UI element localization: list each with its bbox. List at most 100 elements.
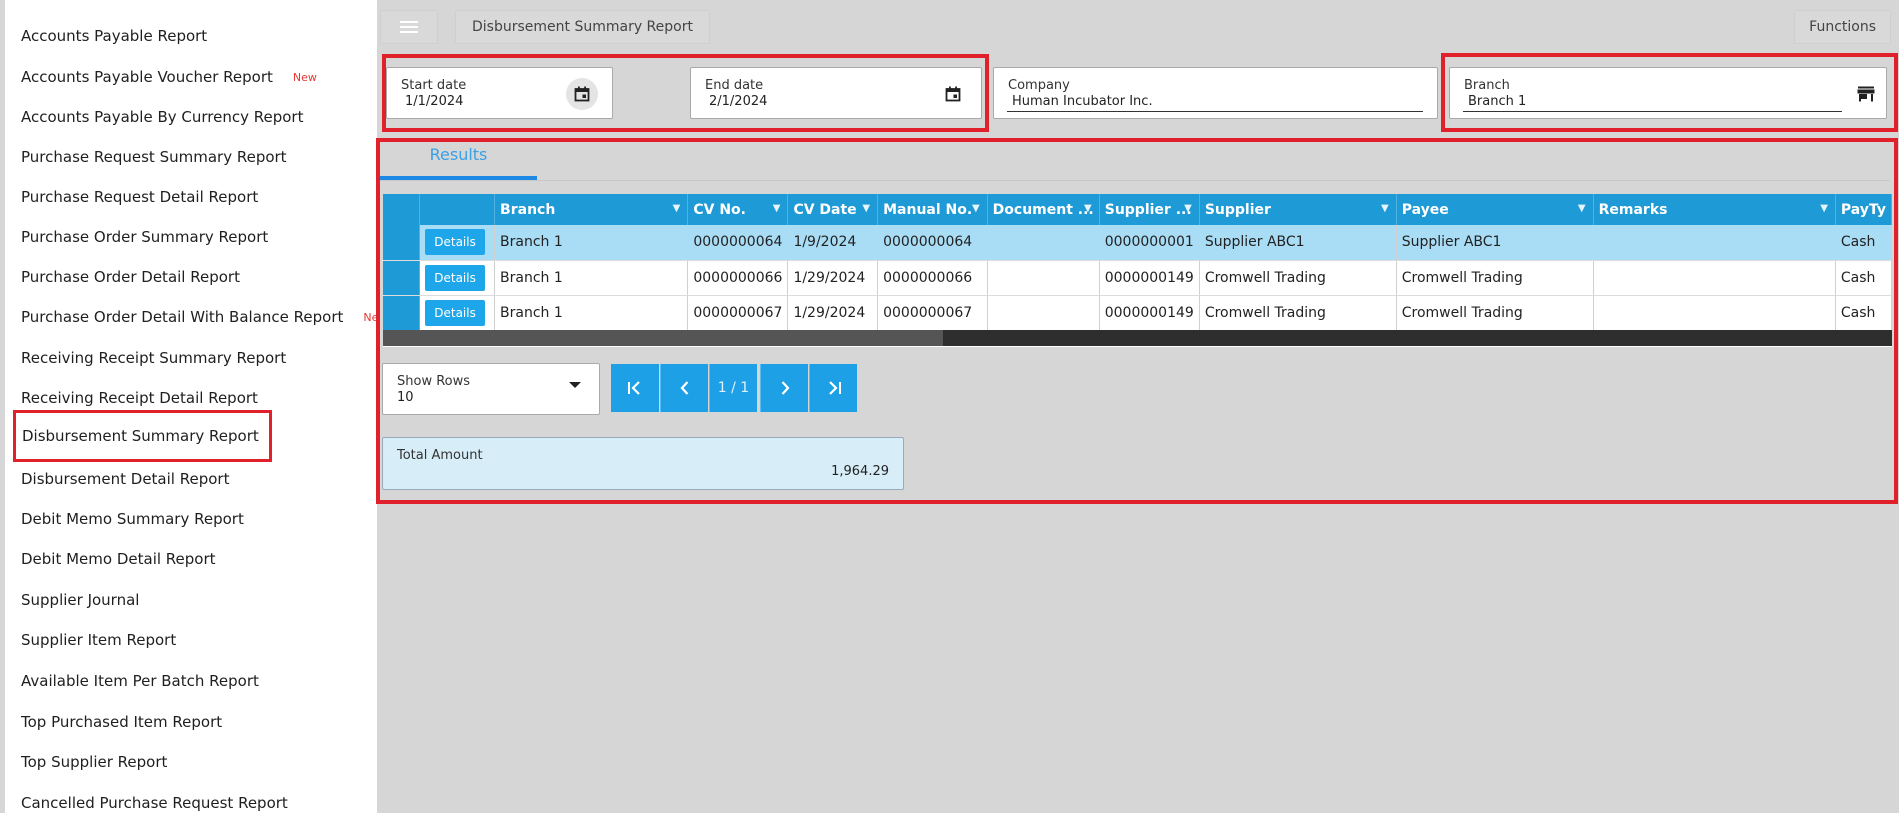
company-underline: [1007, 111, 1423, 112]
table-row[interactable]: Details Branch 1 0000000064 1/9/2024 0000000…: [383, 225, 1892, 261]
column-header[interactable]: CV Date ▼: [787, 194, 879, 225]
sidebar-item[interactable]: Accounts Payable By Currency Report: [21, 100, 303, 134]
cell-manual-no: 0000000064: [877, 225, 988, 261]
cell-branch: Branch 1: [494, 225, 689, 261]
sidebar-item[interactable]: Debit Memo Detail Report: [21, 542, 216, 576]
filter-icon[interactable]: ▼: [1820, 203, 1828, 214]
start-date-field[interactable]: Start date 1/1/2024: [386, 67, 613, 119]
last-page-icon: [828, 381, 841, 395]
end-date-field[interactable]: End date 2/1/2024: [690, 67, 982, 119]
row-selector[interactable]: [383, 225, 421, 261]
company-field[interactable]: Company Human Incubator Inc.: [993, 67, 1438, 119]
sidebar-item[interactable]: Available Item Per Batch Report: [21, 664, 259, 698]
calendar-icon[interactable]: [937, 78, 969, 110]
sidebar-item-label: Accounts Payable By Currency Report: [21, 108, 304, 126]
tab-divider: [380, 180, 1890, 181]
details-cell: Details: [419, 260, 496, 296]
column-header[interactable]: [419, 194, 496, 225]
sidebar-item[interactable]: Accounts Payable Report: [21, 19, 207, 53]
sidebar-item-label: Accounts Payable Voucher Report: [21, 68, 273, 86]
filter-icon[interactable]: ▼: [972, 203, 980, 214]
cell-remarks: [1593, 295, 1836, 331]
column-header-label: Document ...: [992, 201, 1094, 218]
prev-page-button[interactable]: [660, 364, 708, 412]
filter-icon[interactable]: ▼: [1578, 203, 1586, 214]
sidebar-item[interactable]: Top Purchased Item Report: [21, 705, 222, 739]
sidebar-item-label: Accounts Payable Report: [21, 27, 208, 45]
calendar-icon[interactable]: [566, 78, 598, 110]
sidebar-item[interactable]: Supplier Item Report: [21, 623, 176, 657]
sidebar-item[interactable]: Purchase Order Detail With Balance Repor…: [21, 300, 377, 334]
cell-remarks: [1593, 225, 1836, 261]
table-row[interactable]: Details Branch 1 0000000067 1/29/2024 000000…: [383, 295, 1892, 331]
details-button[interactable]: Details: [425, 299, 485, 326]
table-row[interactable]: Details Branch 1 0000000066 1/29/2024 000000…: [383, 260, 1892, 296]
hamburger-menu-button[interactable]: [380, 10, 438, 44]
column-header-label: Payee: [1401, 201, 1449, 218]
row-selector[interactable]: [383, 295, 421, 331]
column-header-label: Supplier: [1204, 201, 1271, 218]
column-header[interactable]: Supplier ▼: [1199, 194, 1397, 225]
sidebar-item-label: Purchase Order Detail Report: [21, 268, 240, 286]
cell-document: [987, 225, 1100, 261]
branch-label: Branch: [1464, 78, 1510, 93]
column-header[interactable]: [383, 194, 421, 225]
tab-results[interactable]: Results: [380, 145, 537, 180]
sidebar-item[interactable]: Purchase Request Summary Report: [21, 140, 287, 174]
filter-icon[interactable]: ▼: [1084, 203, 1092, 214]
cell-document: [987, 260, 1100, 296]
functions-button[interactable]: Functions: [1794, 10, 1891, 44]
sidebar-item[interactable]: Debit Memo Summary Report: [21, 502, 244, 536]
cell-cv-date: 1/9/2024: [787, 225, 879, 261]
column-header[interactable]: Branch ▼: [494, 194, 689, 225]
sidebar-item[interactable]: Cancelled Purchase Request Report: [21, 786, 288, 813]
sidebar-item[interactable]: Disbursement Summary Report: [13, 410, 272, 462]
sidebar-item[interactable]: Supplier Journal: [21, 583, 139, 617]
column-header[interactable]: PayTy: [1835, 194, 1892, 225]
filter-icon[interactable]: ▼: [1184, 203, 1192, 214]
sidebar-item[interactable]: Accounts Payable Voucher Report New: [21, 60, 317, 94]
column-header[interactable]: Supplier ... ▼: [1099, 194, 1200, 225]
sidebar-item[interactable]: Purchase Order Summary Report: [21, 220, 268, 254]
new-badge: New: [292, 70, 317, 84]
branch-field[interactable]: Branch Branch 1: [1449, 67, 1887, 119]
next-page-button[interactable]: [760, 364, 808, 412]
cell-payee: Cromwell Trading: [1396, 260, 1594, 296]
filter-icon[interactable]: ▼: [673, 203, 681, 214]
filter-icon[interactable]: ▼: [773, 203, 781, 214]
column-header[interactable]: Manual No. ▼: [877, 194, 988, 225]
sidebar-item[interactable]: Purchase Order Detail Report: [21, 260, 240, 294]
cell-cv-date: 1/29/2024: [787, 295, 879, 331]
details-button[interactable]: Details: [425, 229, 485, 256]
filter-icon[interactable]: ▼: [862, 203, 870, 214]
column-header[interactable]: Document ... ▼: [987, 194, 1100, 225]
sidebar-item[interactable]: Purchase Request Detail Report: [21, 180, 258, 214]
show-rows-select[interactable]: Show Rows 10: [382, 363, 600, 415]
sidebar-item[interactable]: Disbursement Detail Report: [21, 462, 229, 496]
cell-supplier: Cromwell Trading: [1199, 260, 1397, 296]
sidebar-item-label: Debit Memo Summary Report: [21, 510, 244, 528]
sidebar-item[interactable]: Top Supplier Report: [21, 745, 167, 779]
details-button[interactable]: Details: [425, 264, 485, 291]
horizontal-scrollbar[interactable]: [383, 330, 1892, 346]
total-amount-panel: Total Amount 1,964.29: [382, 437, 904, 490]
filter-icon[interactable]: ▼: [1381, 203, 1389, 214]
column-header[interactable]: Remarks ▼: [1593, 194, 1836, 225]
cell-manual-no: 0000000067: [877, 295, 988, 331]
row-selector[interactable]: [383, 260, 421, 296]
column-header[interactable]: Payee ▼: [1396, 194, 1594, 225]
sidebar-item[interactable]: Receiving Receipt Summary Report: [21, 341, 286, 375]
sidebar-item[interactable]: Receiving Receipt Detail Report: [21, 381, 258, 415]
first-page-button[interactable]: [611, 364, 659, 412]
new-badge: New: [363, 310, 377, 324]
column-header[interactable]: CV No. ▼: [687, 194, 789, 225]
sidebar-item-label: Disbursement Summary Report: [22, 427, 259, 445]
last-page-button[interactable]: [809, 364, 857, 412]
scrollbar-thumb[interactable]: [383, 330, 943, 346]
first-page-icon: [628, 381, 640, 395]
company-value: Human Incubator Inc.: [1012, 94, 1153, 109]
cell-payee: Cromwell Trading: [1396, 295, 1594, 331]
total-amount-label: Total Amount: [397, 448, 483, 463]
store-icon[interactable]: [1850, 78, 1882, 110]
cell-cv-no: 0000000066: [687, 260, 789, 296]
